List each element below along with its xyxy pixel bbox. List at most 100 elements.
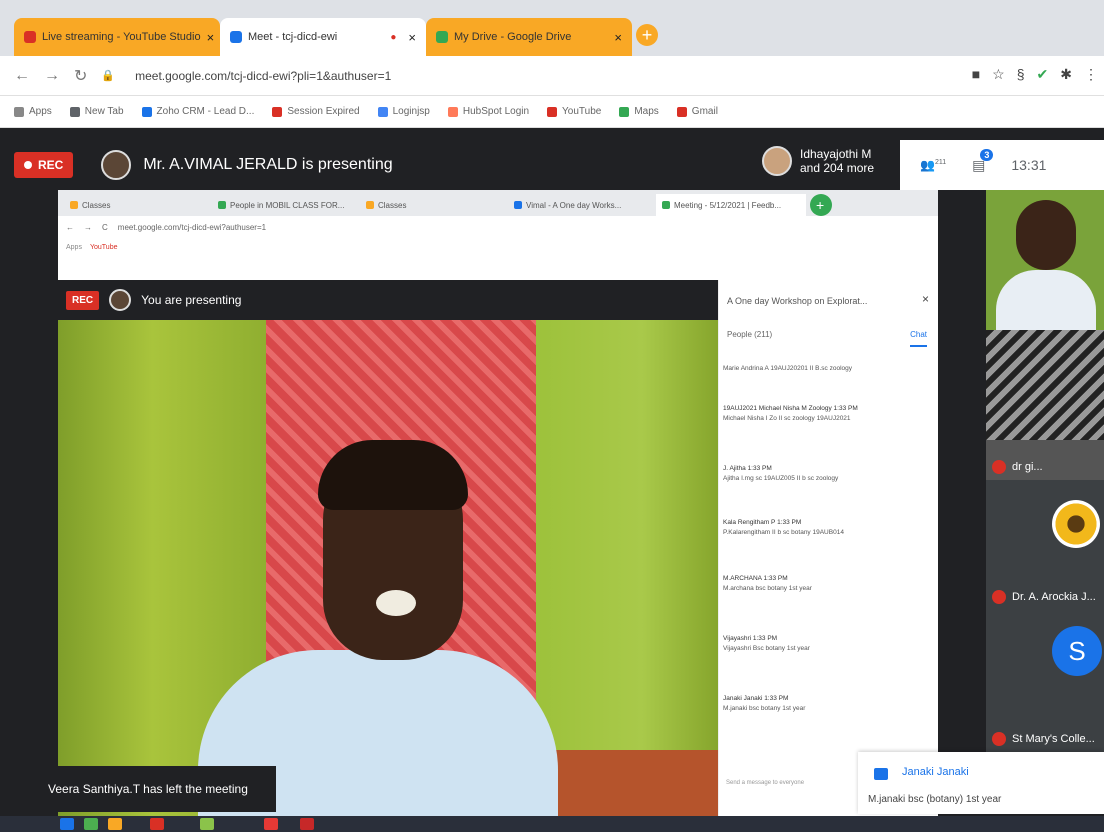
shared-tab-bar: Classes People in MOBIL CLASS FOR... Cla… [58,190,938,216]
chat-message: 19AUJ2021 Michael Nisha M Zoology 1:33 P… [723,404,923,424]
participant-face [1016,200,1076,270]
message-text: Michael Nisha I Zo II sc zoology 19AUJ20… [723,415,851,422]
shared-tab: Meeting - 5/12/2021 | Feedb... [656,194,806,216]
shared-bookmark: YouTube [89,243,118,251]
close-tab-icon[interactable]: × [408,30,416,45]
presenter-hair [318,440,468,510]
bookmark-label: New Tab [84,106,124,117]
close-tab-icon[interactable]: × [614,30,622,45]
bookmarks-bar: Apps New Tab Zoho CRM - Lead D... Sessio… [0,96,1104,128]
camera-icon[interactable]: ■ [972,66,980,83]
tab-youtube-studio[interactable]: Live streaming - YouTube Studio × [14,18,220,56]
gmail-icon [676,106,687,117]
tab-label: Meet - tcj-dicd-ewi [248,31,338,43]
taskbar-app-icon[interactable] [200,818,214,830]
shared-tab: Classes [360,194,508,216]
chat-count-badge: 3 [980,148,994,161]
star-icon[interactable]: ☆ [992,66,1005,83]
shared-tab-label: People in MOBIL CLASS FOR... [230,200,345,210]
tab-label: Live streaming - YouTube Studio [42,31,201,43]
message-text: Ajitha I.mg sc 19AUZ005 II b sc zoology [723,475,839,482]
taskbar-app-icon[interactable] [300,818,314,830]
classroom-icon [70,201,78,209]
bookmark-gmail[interactable]: Gmail [676,106,718,117]
participant-name-label: St Mary's Colle... [1012,733,1095,745]
clock: 13:31 [1011,157,1047,173]
viewers-info[interactable]: Idhayajothi M and 204 more [762,146,874,176]
bookmark-new-tab[interactable]: New Tab [69,106,124,117]
mic-off-icon [992,732,1006,746]
shared-chat-panel: A One day Workshop on Explorat... × Peop… [718,280,938,830]
presenter-avatar [101,150,132,180]
address-bar: ← → ↻ 🔒 meet.google.com/tcj-dicd-ewi?pli… [0,56,1104,96]
people-button[interactable]: 👥211 [920,158,946,172]
puzzle-icon[interactable]: ✱ [1060,66,1072,83]
message-sender: 19AUJ2021 Michael Nisha M Zoology 1:33 P… [723,405,858,412]
forward-icon[interactable]: → [44,67,60,85]
bookmark-apps[interactable]: Apps [14,106,52,117]
bookmark-session[interactable]: Session Expired [272,106,360,117]
left-meeting-toast: Veera Santhiya.T has left the meeting [34,766,276,812]
chat-button[interactable]: ▤ 3 [972,148,994,174]
bookmark-loginjsp[interactable]: Loginjsp [377,106,430,117]
bookmark-label: Gmail [691,106,718,117]
bookmark-maps[interactable]: Maps [619,106,659,117]
meet-icon [662,201,670,209]
reload-icon[interactable]: ↻ [74,66,87,86]
bookmark-label: YouTube [562,106,602,117]
shared-chat-title: A One day Workshop on Explorat... [727,296,868,306]
presenter-mouth [376,590,416,616]
participant-name-label: Dr. A. Arockia J... [1012,591,1096,603]
background-curtain [528,320,718,750]
url-field[interactable]: meet.google.com/tcj-dicd-ewi?pli=1&authu… [135,69,391,83]
bookmark-youtube[interactable]: YouTube [547,106,601,117]
shared-new-tab-icon: + [810,194,832,216]
chat-notification[interactable]: Janaki Janaki M.janaki bsc (botany) 1st … [858,752,1104,814]
taskbar-app-icon[interactable] [84,818,98,830]
participant-shirt [996,270,1096,330]
participant-tile[interactable]: S St Mary's Colle... [986,610,1104,752]
back-icon[interactable]: ← [14,67,30,85]
message-text: M.archana bsc botany 1st year [723,585,812,592]
menu-icon[interactable]: ⋮ [1084,66,1098,83]
shared-chat-tab: Chat [910,330,927,347]
bookmark-hubspot[interactable]: HubSpot Login [447,106,530,117]
check-extension-icon[interactable]: ✔ [1037,66,1049,83]
bookmark-zoho[interactable]: Zoho CRM - Lead D... [141,106,254,117]
participant-tile[interactable]: Dr. A. Arockia J... [986,480,1104,610]
tab-label: My Drive - Google Drive [454,31,572,43]
bookmark-label: HubSpot Login [462,106,530,117]
shared-back-icon: ← [66,222,74,232]
tab-drive[interactable]: My Drive - Google Drive × [426,18,632,56]
taskbar-app-icon[interactable] [60,818,74,830]
login-icon [377,106,388,117]
shared-url: meet.google.com/tcj-dicd-ewi?authuser=1 [117,222,267,232]
tab-meet[interactable]: Meet - tcj-dicd-ewi ● × [220,18,426,56]
shared-tab-label: Vimal - A One day Works... [526,200,622,210]
message-sender: Kala Rengitham P 1:33 PM [723,519,802,526]
extensions-area: ■ ☆ § ✔ ✱ ⋮ [972,66,1098,83]
shared-chat-tabs: People (211) Chat [727,330,927,347]
participant-video [986,330,1104,440]
extension-icon[interactable]: § [1017,66,1025,83]
participant-tile[interactable] [986,190,1104,330]
close-tab-icon[interactable]: × [207,30,215,45]
shared-avatar [109,289,132,311]
shared-meet-header: REC You are presenting [58,280,718,320]
taskbar-app-icon[interactable] [150,818,164,830]
letter-avatar: S [1052,626,1102,676]
new-tab-button[interactable]: + [636,24,658,46]
presenter-video [58,320,718,830]
shared-tab-label: Classes [378,200,407,210]
participant-name: Dr. A. Arockia J... [992,590,1096,604]
meet-icon [230,31,242,43]
taskbar-app-icon[interactable] [264,818,278,830]
viewer-name: Idhayajothi M [800,147,872,161]
bookmark-label: Session Expired [287,106,360,117]
chat-message: Kala Rengitham P 1:33 PM P.Kalarengitham … [723,518,923,538]
participant-tile[interactable]: dr gi... [986,330,1104,480]
shared-close-icon: × [921,292,929,306]
taskbar [0,816,1104,832]
youtube-studio-icon [24,31,36,43]
taskbar-app-icon[interactable] [108,818,122,830]
